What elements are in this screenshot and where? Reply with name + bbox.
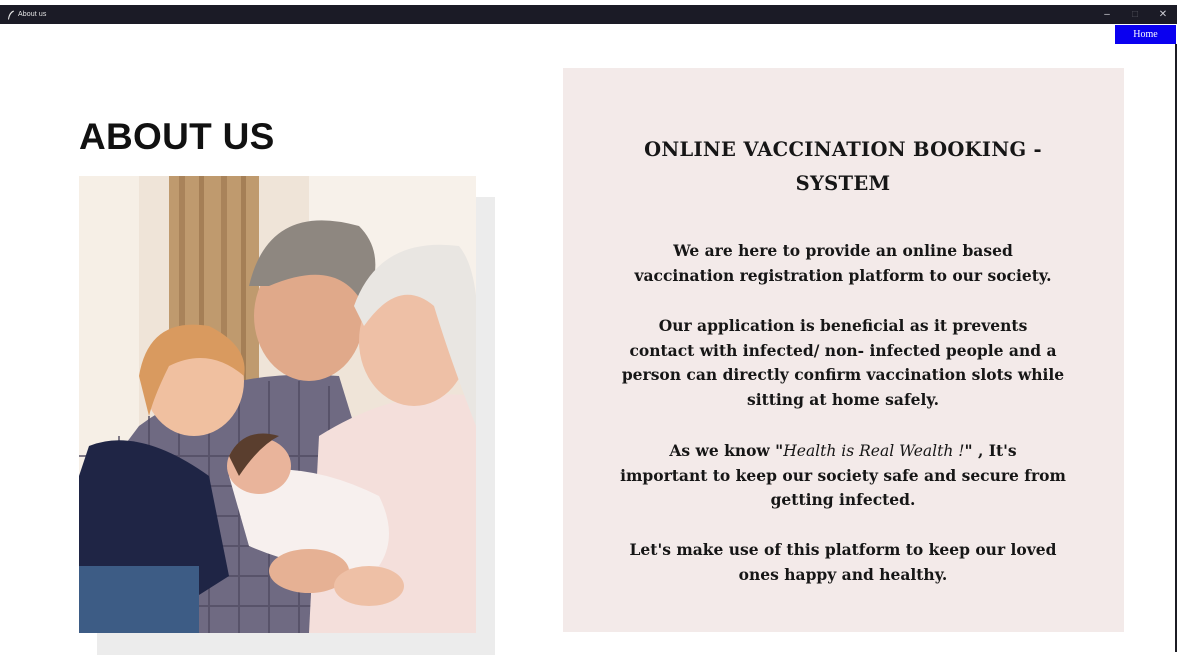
text-line: ones happy and healthy.: [738, 564, 948, 584]
feather-icon: [6, 9, 16, 21]
text-line: important to keep our society safe and s…: [620, 465, 1066, 485]
text-line: getting infected.: [770, 490, 916, 509]
close-icon[interactable]: ✕: [1149, 5, 1177, 24]
page-title: ABOUT US: [79, 116, 275, 157]
family-photo: [79, 176, 476, 633]
maximize-icon[interactable]: □: [1121, 5, 1149, 24]
card-title-line: SYSTEM: [795, 172, 891, 195]
text-line: vaccination registration platform to our…: [634, 265, 1052, 285]
family-photo-illustration: [79, 176, 476, 633]
text-line: sitting at home safely.: [746, 389, 939, 409]
window-title: About us: [18, 11, 47, 18]
intro-paragraph: We are here to provide an online based v…: [603, 239, 1083, 288]
text-line: We are here to provide an online based: [673, 241, 1013, 260]
health-paragraph: As we know "Health is Real Wealth !" , I…: [603, 439, 1083, 513]
minimize-icon[interactable]: –: [1093, 5, 1121, 24]
benefits-paragraph: Our application is beneficial as it prev…: [603, 314, 1083, 412]
text-fragment: As we know ": [669, 441, 784, 460]
info-card: ONLINE VACCINATION BOOKING - SYSTEM We a…: [563, 68, 1124, 632]
home-button[interactable]: Home: [1115, 25, 1176, 44]
quote-text: Health is Real Wealth !: [783, 442, 965, 460]
text-line: Let's make use of this platform to keep …: [629, 540, 1057, 559]
card-title-line: ONLINE VACCINATION BOOKING -: [644, 138, 1042, 161]
card-title: ONLINE VACCINATION BOOKING - SYSTEM: [623, 133, 1063, 201]
text-line: contact with infected/ non- infected peo…: [629, 340, 1057, 360]
closing-paragraph: Let's make use of this platform to keep …: [603, 538, 1083, 587]
text-line: Our application is beneficial as it prev…: [658, 316, 1028, 335]
text-fragment: " , It's: [964, 441, 1017, 460]
window-controls: – □ ✕: [1093, 5, 1177, 24]
window-titlebar: About us – □ ✕: [0, 5, 1177, 24]
text-line: person can directly confirm vaccination …: [621, 365, 1065, 384]
